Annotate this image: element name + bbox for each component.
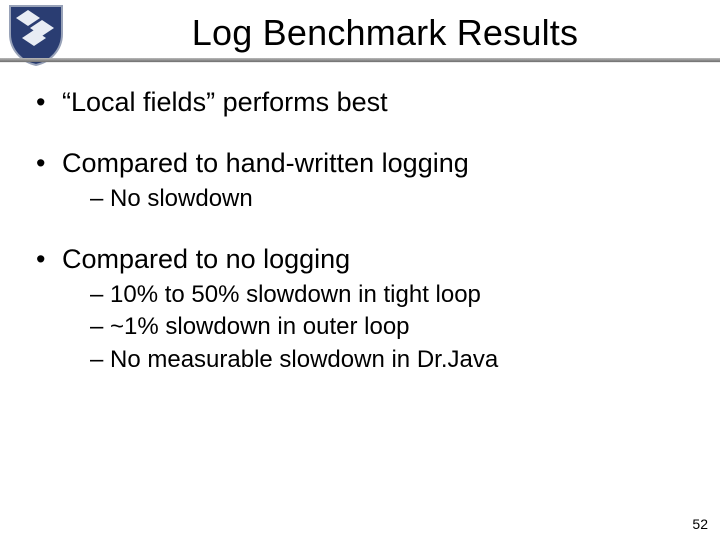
sub-bullet-list: 10% to 50% slowdown in tight loop ~1% sl… [62, 280, 692, 376]
sub-bullet-list: No slowdown [62, 184, 692, 215]
sub-bullet-text: No slowdown [110, 185, 253, 212]
sub-bullet-text: ~1% slowdown in outer loop [110, 313, 410, 340]
bullet-text: “Local fields” performs best [62, 87, 388, 117]
bullet-item: Compared to no logging 10% to 50% slowdo… [36, 243, 692, 376]
bullet-text: Compared to no logging [62, 244, 350, 274]
sub-bullet-text: 10% to 50% slowdown in tight loop [110, 281, 481, 308]
sub-bullet-item: No measurable slowdown in Dr.Java [90, 345, 692, 376]
bullet-list: “Local fields” performs best Compared to… [36, 86, 692, 376]
shield-crest-icon [8, 4, 64, 66]
sub-bullet-item: No slowdown [90, 184, 692, 215]
slide-title: Log Benchmark Results [0, 6, 720, 54]
sub-bullet-item: ~1% slowdown in outer loop [90, 312, 692, 343]
sub-bullet-text: No measurable slowdown in Dr.Java [110, 346, 498, 373]
slide: Log Benchmark Results “Local fields” per… [0, 0, 720, 540]
bullet-text: Compared to hand-written logging [62, 148, 469, 178]
bullet-item: Compared to hand-written logging No slow… [36, 147, 692, 215]
bullet-item: “Local fields” performs best [36, 86, 692, 119]
header-divider [0, 58, 720, 62]
slide-header: Log Benchmark Results [0, 0, 720, 72]
page-number: 52 [692, 516, 708, 532]
sub-bullet-item: 10% to 50% slowdown in tight loop [90, 280, 692, 311]
slide-body: “Local fields” performs best Compared to… [0, 72, 720, 376]
